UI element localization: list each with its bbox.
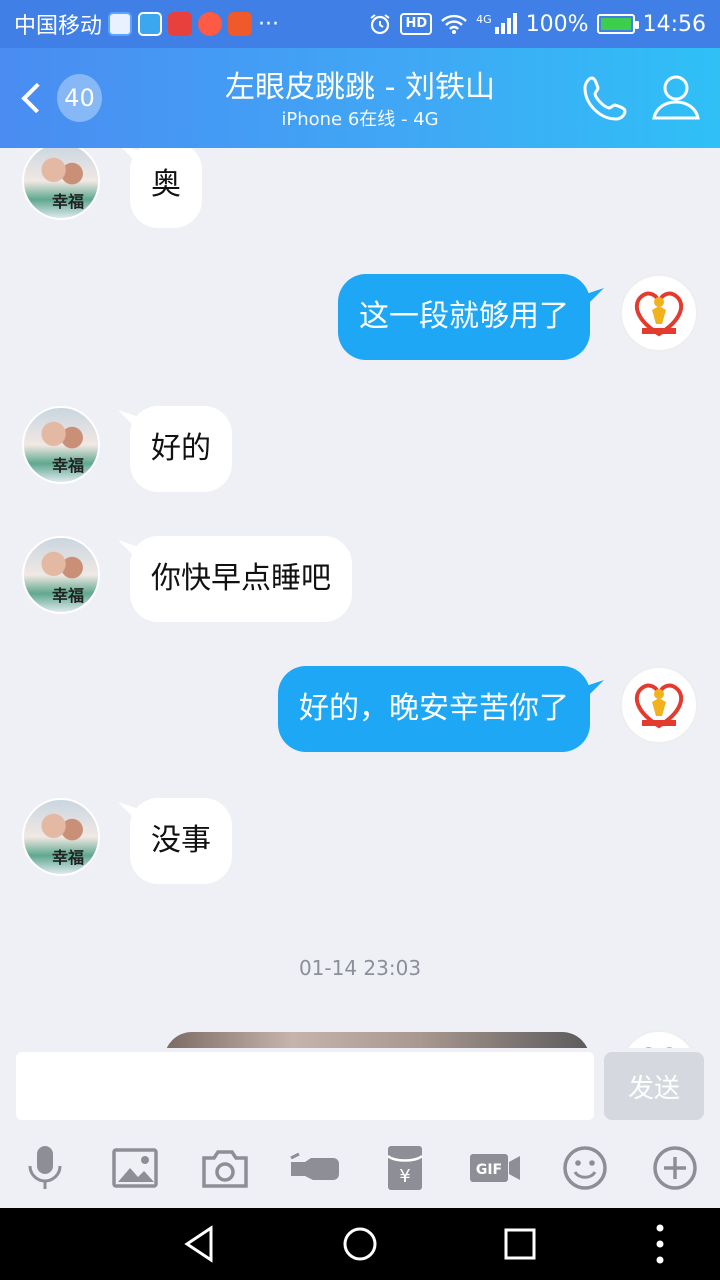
message-timestamp: 01-14 23:03: [298, 956, 422, 980]
back-chevron-icon: [21, 82, 52, 114]
message-input[interactable]: [16, 1052, 594, 1120]
peer-avatar[interactable]: 幸福: [22, 148, 100, 220]
svg-text:¥: ¥: [399, 1166, 410, 1187]
nav-home-button[interactable]: [338, 1222, 382, 1266]
image-icon: [112, 1148, 158, 1188]
voice-call-button[interactable]: [578, 70, 634, 126]
user-icon: [652, 75, 700, 120]
svg-text:GIF: GIF: [476, 1162, 502, 1178]
system-nav-bar: [0, 1208, 720, 1280]
back-button[interactable]: 40: [12, 72, 102, 124]
image-button[interactable]: [109, 1142, 161, 1194]
peer-avatar[interactable]: 幸福: [22, 406, 100, 484]
wifi-icon: [441, 14, 468, 34]
network-type: 4G: [476, 13, 492, 26]
poke-button[interactable]: [289, 1142, 341, 1194]
square-recents-icon: [504, 1228, 536, 1260]
hd-badge: HD: [400, 13, 433, 35]
nav-back-button[interactable]: [178, 1222, 222, 1266]
carrier-name: 中国移动: [14, 14, 103, 39]
message-bubble[interactable]: 没事: [130, 798, 232, 884]
self-avatar[interactable]: [620, 1030, 698, 1048]
message-bubble[interactable]: 奥: [130, 148, 202, 228]
app-notification-icon: [138, 12, 163, 36]
peer-avatar[interactable]: 幸福: [22, 536, 100, 614]
profile-button[interactable]: [648, 70, 704, 126]
gif-icon: GIF: [470, 1154, 520, 1182]
send-button[interactable]: 发送: [604, 1052, 704, 1120]
message-list[interactable]: 幸福 奥 这一段就够用了 幸福 好的 幸福 你快早点睡吧 好的，晚安辛苦你了 幸…: [0, 148, 720, 1048]
battery-icon: [596, 14, 639, 34]
message-bubble[interactable]: 你快早点睡吧: [130, 536, 352, 622]
more-button[interactable]: [649, 1142, 701, 1194]
more-notifications-icon: ···: [258, 11, 279, 37]
circle-home-icon: [343, 1227, 377, 1261]
self-avatar[interactable]: [620, 274, 698, 352]
online-status: iPhone 6在线 - 4G: [281, 109, 439, 130]
unread-count-badge: 40: [56, 74, 102, 122]
red-packet-button[interactable]: ¥: [379, 1142, 431, 1194]
status-bar: 中国移动 ··· HD 4G 100% 14:56: [0, 0, 720, 48]
camera-icon: [202, 1150, 248, 1188]
app-notification-icon: [168, 12, 193, 36]
mic-icon: [28, 1146, 62, 1189]
signal-icon: [494, 13, 517, 34]
chat-title: 左眼皮跳跳 - 刘铁山: [225, 70, 495, 105]
camera-button[interactable]: [199, 1142, 251, 1194]
chat-title-area[interactable]: 左眼皮跳跳 - 刘铁山 iPhone 6在线 - 4G: [160, 68, 560, 132]
voice-input-button[interactable]: [19, 1142, 71, 1194]
overflow-menu-icon: [656, 1224, 664, 1264]
nav-menu-button[interactable]: [638, 1222, 682, 1266]
phone-icon: [583, 76, 627, 121]
triangle-back-icon: [184, 1225, 213, 1263]
message-bubble[interactable]: 好的，晚安辛苦你了: [278, 666, 590, 752]
gif-button[interactable]: GIF: [469, 1142, 521, 1194]
clock: 14:56: [642, 11, 706, 37]
alarm-icon: [370, 14, 391, 35]
peer-avatar[interactable]: 幸福: [22, 798, 100, 876]
red-packet-icon: ¥: [387, 1146, 423, 1190]
image-message[interactable]: [164, 1032, 590, 1048]
message-bubble[interactable]: 这一段就够用了: [338, 274, 590, 360]
composer: 发送 ¥ GIF: [0, 1048, 720, 1208]
plus-icon: [653, 1146, 697, 1190]
chat-header: 40 左眼皮跳跳 - 刘铁山 iPhone 6在线 - 4G: [0, 48, 720, 148]
composer-toolbar: ¥ GIF: [0, 1142, 720, 1194]
app-notification-icon: [198, 12, 223, 36]
poke-icon: [290, 1152, 339, 1180]
self-avatar[interactable]: [620, 666, 698, 744]
message-bubble[interactable]: 好的: [130, 406, 232, 492]
app-notification-icon: [108, 12, 133, 36]
emoji-icon: [563, 1146, 607, 1190]
app-notification-icon: [228, 12, 253, 36]
battery-percent: 100%: [525, 11, 589, 37]
emoji-button[interactable]: [559, 1142, 611, 1194]
nav-recents-button[interactable]: [498, 1222, 542, 1266]
